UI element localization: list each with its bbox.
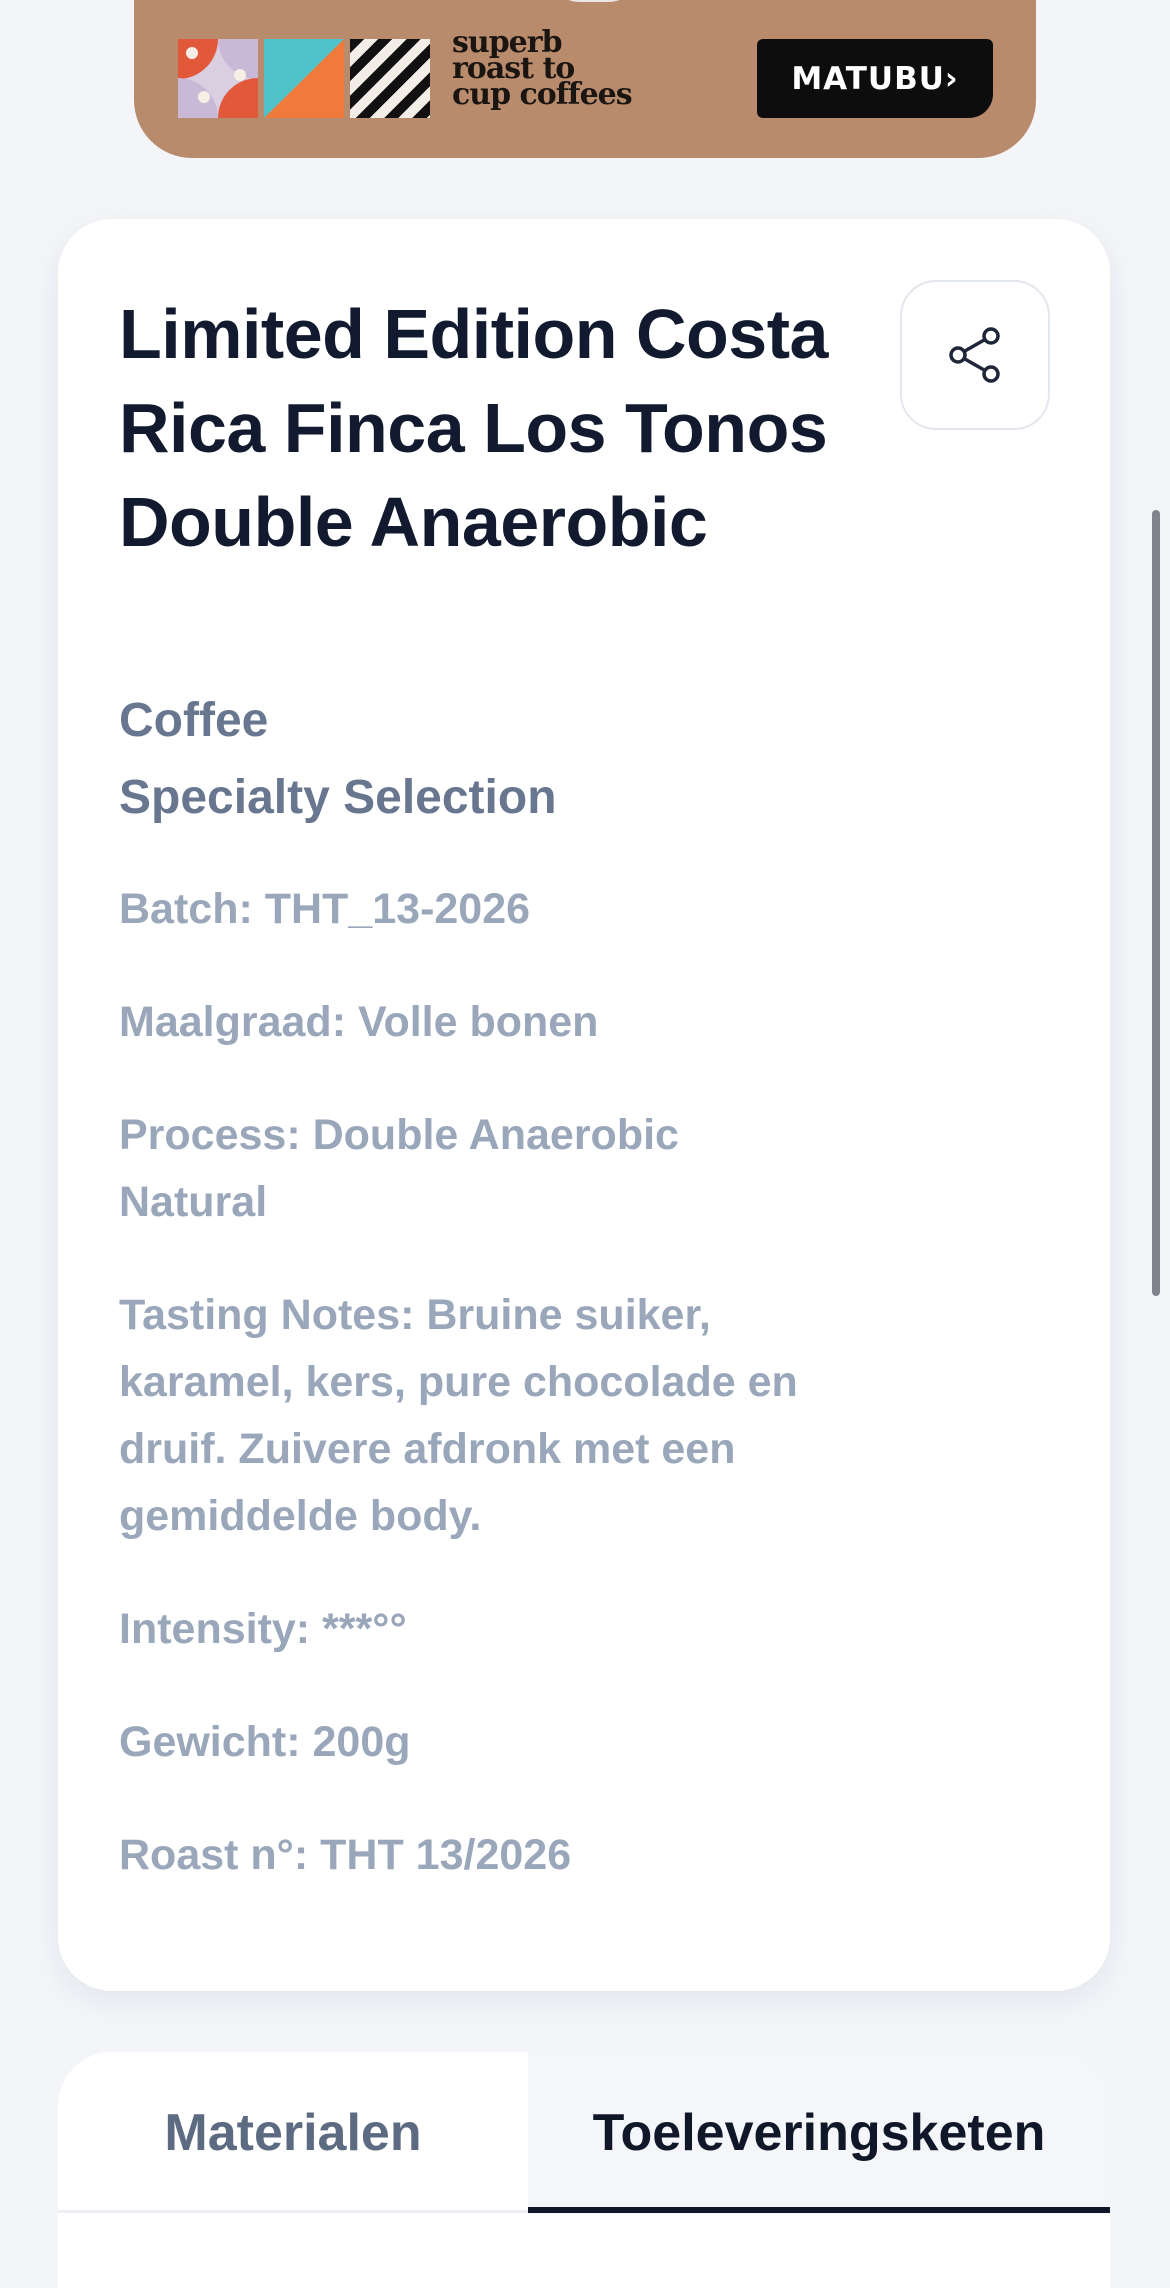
attribute-tasting-notes: Tasting Notes: Bruine suiker, karamel, k…	[119, 1291, 798, 1540]
attribute-process: Process: Double Anaerobic Natural	[119, 1111, 679, 1226]
pattern-tile-stripes	[350, 39, 430, 118]
tabs-panel: Materialen Toeleveringsketen	[58, 2052, 1110, 2288]
product-image-banner: superb roast to cup coffees MATUBU›	[134, 0, 1036, 158]
brand-logo: MATUBU›	[757, 39, 993, 118]
product-title: Limited Edition Costa Rica Finca Los Ton…	[119, 295, 828, 561]
attribute-weight: Gewicht: 200g	[119, 1718, 411, 1766]
product-attributes: Batch: THT_13-2026 Maalgraad: Volle bone…	[119, 876, 819, 1935]
banner-pattern	[178, 39, 430, 118]
tab-supply-chain[interactable]: Toeleveringsketen	[528, 2052, 1110, 2214]
share-icon	[949, 327, 1000, 383]
product-page: superb roast to cup coffees MATUBU› Limi…	[0, 0, 1170, 2288]
product-category: Coffee	[119, 694, 269, 747]
share-button[interactable]	[900, 280, 1050, 430]
product-card: Limited Edition Costa Rica Finca Los Ton…	[58, 219, 1110, 1991]
banner-notch	[539, 0, 649, 2]
pattern-tile-triangle	[264, 39, 344, 118]
active-tab-indicator	[528, 2207, 1110, 2213]
pattern-tile-circles	[178, 39, 258, 118]
tabs-divider	[58, 2210, 528, 2213]
attribute-batch: Batch: THT_13-2026	[119, 885, 531, 933]
banner-tagline: superb roast to cup coffees	[452, 28, 633, 112]
attribute-intensity: Intensity: ***°°	[119, 1605, 407, 1653]
attribute-grind: Maalgraad: Volle bonen	[119, 998, 599, 1046]
tab-materials[interactable]: Materialen	[58, 2052, 528, 2214]
banner-tagline-line: cup coffees	[452, 77, 633, 112]
product-subcategory: Specialty Selection	[119, 771, 557, 824]
attribute-roast-number: Roast n°: THT 13/2026	[119, 1831, 572, 1879]
scrollbar[interactable]	[1152, 510, 1160, 1296]
